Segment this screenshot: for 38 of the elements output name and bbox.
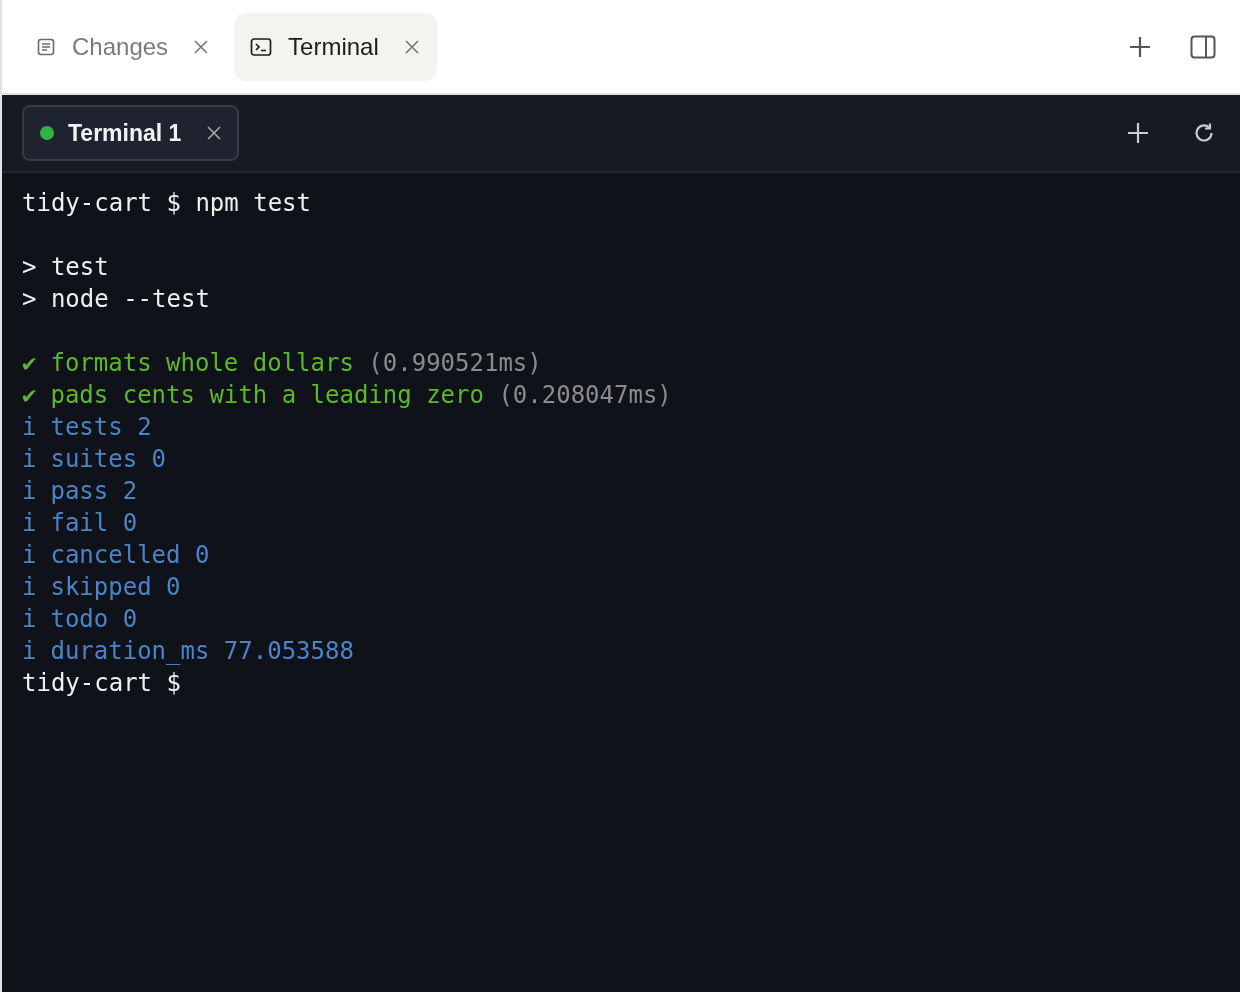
test-name: pads cents with a leading zero [50,381,484,409]
check-mark: ✔ [22,349,37,377]
close-icon[interactable] [404,39,419,54]
info-mark: i [22,477,37,505]
summary-line: pass 2 [50,477,138,505]
output-line: > test [22,253,109,281]
plus-icon [1126,121,1150,145]
summary-line: skipped 0 [50,573,181,601]
plus-icon [1128,34,1152,59]
close-icon[interactable] [207,126,222,140]
command-line: tidy-cart $ npm test [22,189,311,217]
test-duration: (0.990521ms) [368,349,542,377]
close-icon[interactable] [194,39,209,54]
terminal-icon [250,36,273,57]
info-mark: i [22,413,37,441]
sidebar-toggle-icon [1190,34,1216,59]
refresh-icon [1192,121,1216,145]
info-mark: i [22,509,37,537]
document-icon [36,36,56,57]
info-mark: i [22,445,37,473]
summary-line: fail 0 [50,509,138,537]
tab[interactable]: Changes [20,12,227,81]
summary-line: cancelled 0 [50,541,210,569]
check-mark: ✔ [22,381,37,409]
info-mark: i [22,573,37,601]
summary-line: tests 2 [50,413,152,441]
test-duration: (0.208047ms) [498,381,672,409]
summary-line: duration_ms 77.053588 [50,637,354,665]
terminal-tab[interactable]: Terminal 1 [22,105,240,161]
summary-line: suites 0 [50,445,167,473]
output-line: > node --test [22,285,210,313]
tab[interactable]: Terminal [234,12,437,81]
info-mark: i [22,605,37,633]
info-mark: i [22,541,37,569]
info-mark: i [22,637,37,665]
test-name: formats whole dollars [50,349,354,377]
summary-line: todo 0 [50,605,138,633]
command-line: tidy-cart $ [22,669,181,697]
